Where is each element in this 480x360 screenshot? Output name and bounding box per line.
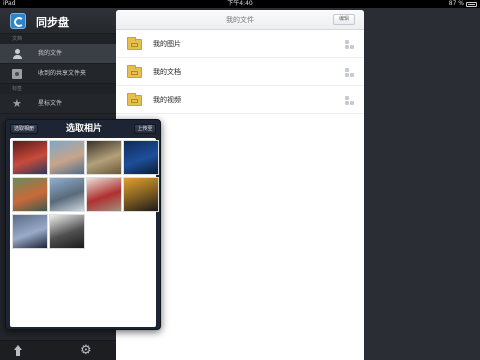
upload-icon[interactable] xyxy=(12,345,24,357)
photo-thumbnail[interactable] xyxy=(12,140,48,175)
app-logo-icon xyxy=(10,13,26,29)
folder-icon xyxy=(127,37,142,50)
page-title: 我的文件 xyxy=(226,16,254,24)
file-name: 我的图片 xyxy=(153,40,181,48)
shared-folder-icon xyxy=(12,69,22,79)
photo-thumbnail[interactable] xyxy=(123,177,159,212)
sidebar-item-my-files[interactable]: 我的文件 xyxy=(0,44,116,64)
photo-thumbnail[interactable] xyxy=(86,177,122,212)
photo-thumbnail[interactable] xyxy=(49,214,85,249)
share-icon[interactable] xyxy=(345,68,355,78)
file-name: 我的视频 xyxy=(153,96,181,104)
photo-picker-popover: 选取相册 选取相片 上传至 xyxy=(5,119,161,330)
sidebar-item-label: 星标文件 xyxy=(38,100,63,107)
file-row[interactable]: 我的视频 xyxy=(116,86,364,114)
app-header: 同步盘 xyxy=(0,8,116,34)
photo-grid xyxy=(10,138,159,327)
sidebar-item-label: 我的文件 xyxy=(38,50,63,57)
battery-percent: 87 % xyxy=(448,0,464,7)
folder-icon xyxy=(127,93,142,106)
status-time: 下午4:40 xyxy=(227,0,253,7)
status-bar: iPad 下午4:40 87 % xyxy=(0,0,480,8)
photo-thumbnail[interactable] xyxy=(49,177,85,212)
file-row[interactable]: 我的图片 xyxy=(116,30,364,58)
settings-icon[interactable]: ⚙ xyxy=(80,344,93,357)
share-icon[interactable] xyxy=(345,96,355,106)
folder-icon xyxy=(127,65,142,78)
edit-button[interactable]: 编辑 xyxy=(333,14,355,25)
photo-thumbnail[interactable] xyxy=(12,214,48,249)
sidebar-item-starred[interactable]: ★ 星标文件 xyxy=(0,94,116,114)
photo-thumbnail[interactable] xyxy=(123,140,159,175)
photo-thumbnail[interactable] xyxy=(12,177,48,212)
sidebar-item-shared-folders[interactable]: 收到的共享文件夹 xyxy=(0,64,116,84)
file-name: 我的文档 xyxy=(153,68,181,76)
photo-picker-header: 选取相册 选取相片 上传至 xyxy=(6,120,160,138)
upload-to-button[interactable]: 上传至 xyxy=(134,124,156,134)
star-icon: ★ xyxy=(12,97,22,110)
share-icon[interactable] xyxy=(345,40,355,50)
user-icon xyxy=(12,49,22,59)
section-label-tags: 标签 xyxy=(0,84,116,94)
photo-thumbnail[interactable] xyxy=(49,140,85,175)
sidebar-item-label: 收到的共享文件夹 xyxy=(38,70,87,77)
sidebar-footer: ⚙ xyxy=(0,340,116,360)
app-title: 同步盘 xyxy=(36,16,69,29)
file-panel-header: 我的文件 编辑 xyxy=(116,10,364,30)
photo-thumbnail[interactable] xyxy=(86,140,122,175)
file-row[interactable]: 我的文档 xyxy=(116,58,364,86)
battery-icon xyxy=(466,2,477,7)
section-label-documents: 文档 xyxy=(0,34,116,44)
